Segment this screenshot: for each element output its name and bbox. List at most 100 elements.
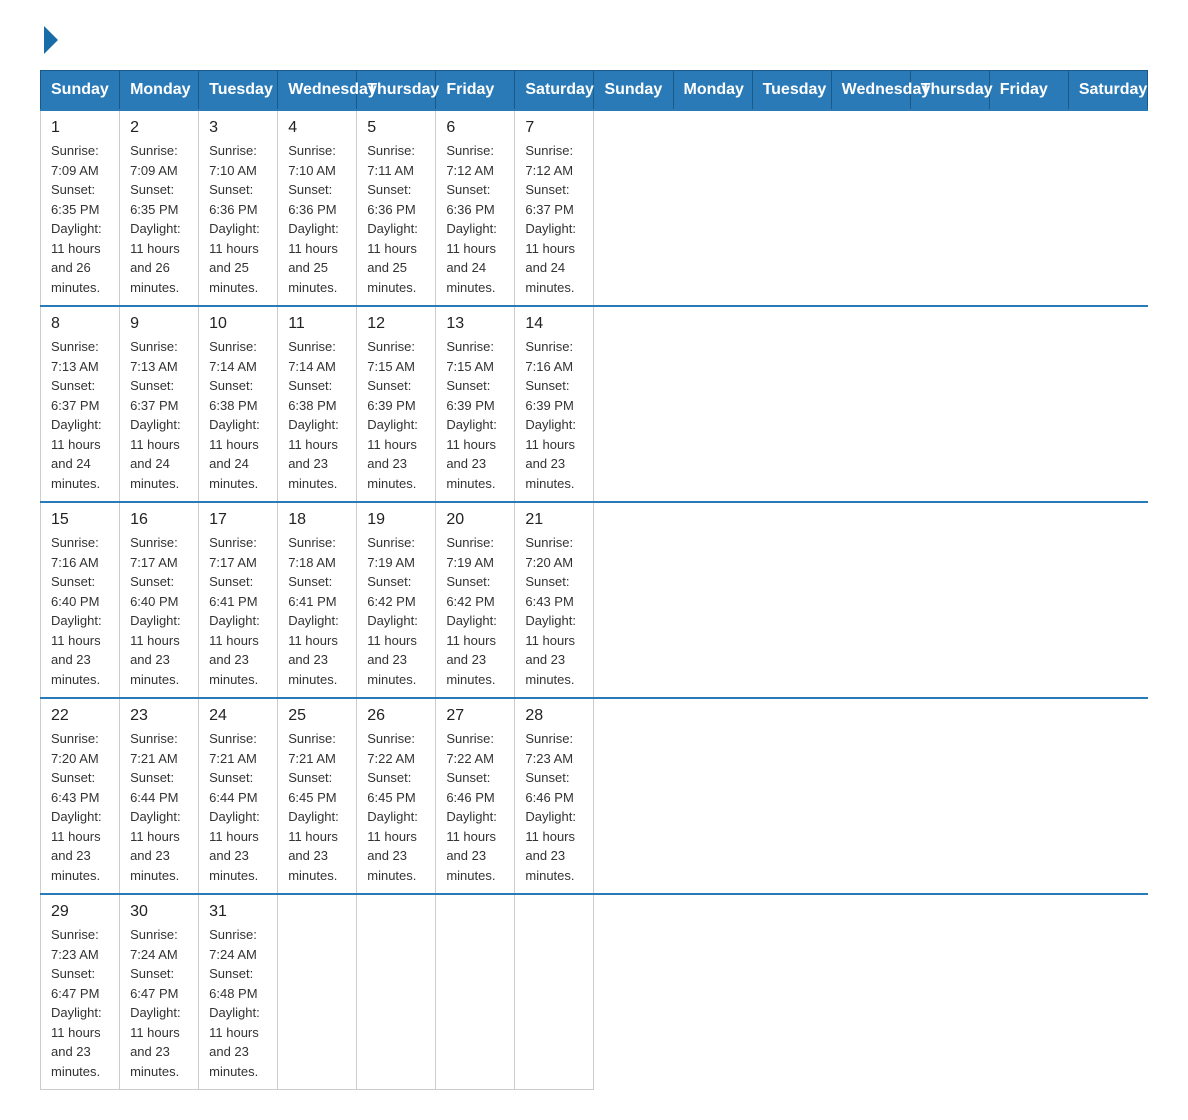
day-number: 20 [446,511,504,529]
header-friday: Friday [436,71,515,111]
calendar-cell: 4 Sunrise: 7:10 AMSunset: 6:36 PMDayligh… [278,110,357,306]
day-number: 29 [51,903,109,921]
day-info: Sunrise: 7:10 AMSunset: 6:36 PMDaylight:… [209,143,260,295]
calendar-week-row: 1 Sunrise: 7:09 AMSunset: 6:35 PMDayligh… [41,110,1148,306]
calendar-cell: 13 Sunrise: 7:15 AMSunset: 6:39 PMDaylig… [436,306,515,502]
calendar-week-row: 22 Sunrise: 7:20 AMSunset: 6:43 PMDaylig… [41,698,1148,894]
day-info: Sunrise: 7:21 AMSunset: 6:45 PMDaylight:… [288,731,339,883]
calendar-cell: 18 Sunrise: 7:18 AMSunset: 6:41 PMDaylig… [278,502,357,698]
calendar-cell [278,894,357,1090]
day-number: 18 [288,511,346,529]
calendar-cell [357,894,436,1090]
header-monday: Monday [120,71,199,111]
day-info: Sunrise: 7:23 AMSunset: 6:46 PMDaylight:… [525,731,576,883]
day-number: 28 [525,707,583,725]
calendar-cell: 17 Sunrise: 7:17 AMSunset: 6:41 PMDaylig… [199,502,278,698]
day-info: Sunrise: 7:17 AMSunset: 6:40 PMDaylight:… [130,535,181,687]
day-number: 23 [130,707,188,725]
calendar-cell: 2 Sunrise: 7:09 AMSunset: 6:35 PMDayligh… [120,110,199,306]
day-number: 26 [367,707,425,725]
day-number: 21 [525,511,583,529]
day-number: 11 [288,315,346,333]
calendar-cell: 31 Sunrise: 7:24 AMSunset: 6:48 PMDaylig… [199,894,278,1090]
header-wednesday: Wednesday [278,71,357,111]
calendar-cell: 10 Sunrise: 7:14 AMSunset: 6:38 PMDaylig… [199,306,278,502]
calendar-cell: 1 Sunrise: 7:09 AMSunset: 6:35 PMDayligh… [41,110,120,306]
day-number: 12 [367,315,425,333]
calendar-cell: 26 Sunrise: 7:22 AMSunset: 6:45 PMDaylig… [357,698,436,894]
day-number: 16 [130,511,188,529]
calendar-cell: 16 Sunrise: 7:17 AMSunset: 6:40 PMDaylig… [120,502,199,698]
day-info: Sunrise: 7:19 AMSunset: 6:42 PMDaylight:… [367,535,418,687]
day-info: Sunrise: 7:16 AMSunset: 6:40 PMDaylight:… [51,535,102,687]
day-number: 5 [367,119,425,137]
day-info: Sunrise: 7:15 AMSunset: 6:39 PMDaylight:… [446,339,497,491]
day-info: Sunrise: 7:18 AMSunset: 6:41 PMDaylight:… [288,535,339,687]
calendar-header-row: SundayMondayTuesdayWednesdayThursdayFrid… [41,71,1148,111]
day-info: Sunrise: 7:19 AMSunset: 6:42 PMDaylight:… [446,535,497,687]
day-info: Sunrise: 7:20 AMSunset: 6:43 PMDaylight:… [525,535,576,687]
header-saturday: Saturday [515,71,594,111]
calendar-cell: 3 Sunrise: 7:10 AMSunset: 6:36 PMDayligh… [199,110,278,306]
day-number: 15 [51,511,109,529]
calendar-cell: 5 Sunrise: 7:11 AMSunset: 6:36 PMDayligh… [357,110,436,306]
day-number: 8 [51,315,109,333]
day-info: Sunrise: 7:11 AMSunset: 6:36 PMDaylight:… [367,143,418,295]
calendar-cell: 8 Sunrise: 7:13 AMSunset: 6:37 PMDayligh… [41,306,120,502]
calendar-cell: 27 Sunrise: 7:22 AMSunset: 6:46 PMDaylig… [436,698,515,894]
day-number: 7 [525,119,583,137]
calendar-cell: 19 Sunrise: 7:19 AMSunset: 6:42 PMDaylig… [357,502,436,698]
calendar-cell: 14 Sunrise: 7:16 AMSunset: 6:39 PMDaylig… [515,306,594,502]
calendar-cell: 22 Sunrise: 7:20 AMSunset: 6:43 PMDaylig… [41,698,120,894]
day-number: 17 [209,511,267,529]
day-number: 31 [209,903,267,921]
header-tuesday: Tuesday [752,71,831,111]
calendar-week-row: 29 Sunrise: 7:23 AMSunset: 6:47 PMDaylig… [41,894,1148,1090]
calendar-cell: 29 Sunrise: 7:23 AMSunset: 6:47 PMDaylig… [41,894,120,1090]
day-number: 24 [209,707,267,725]
day-number: 13 [446,315,504,333]
day-info: Sunrise: 7:09 AMSunset: 6:35 PMDaylight:… [51,143,102,295]
day-info: Sunrise: 7:20 AMSunset: 6:43 PMDaylight:… [51,731,102,883]
calendar-cell: 25 Sunrise: 7:21 AMSunset: 6:45 PMDaylig… [278,698,357,894]
day-number: 3 [209,119,267,137]
calendar-table: SundayMondayTuesdayWednesdayThursdayFrid… [40,70,1148,1090]
page-header [40,30,1148,50]
header-thursday: Thursday [910,71,989,111]
header-sunday: Sunday [41,71,120,111]
header-tuesday: Tuesday [199,71,278,111]
calendar-cell: 7 Sunrise: 7:12 AMSunset: 6:37 PMDayligh… [515,110,594,306]
header-wednesday: Wednesday [831,71,910,111]
day-info: Sunrise: 7:14 AMSunset: 6:38 PMDaylight:… [209,339,260,491]
day-info: Sunrise: 7:17 AMSunset: 6:41 PMDaylight:… [209,535,260,687]
calendar-cell [436,894,515,1090]
header-friday: Friday [989,71,1068,111]
calendar-cell: 6 Sunrise: 7:12 AMSunset: 6:36 PMDayligh… [436,110,515,306]
day-info: Sunrise: 7:13 AMSunset: 6:37 PMDaylight:… [51,339,102,491]
day-number: 2 [130,119,188,137]
day-number: 30 [130,903,188,921]
calendar-cell: 24 Sunrise: 7:21 AMSunset: 6:44 PMDaylig… [199,698,278,894]
day-info: Sunrise: 7:16 AMSunset: 6:39 PMDaylight:… [525,339,576,491]
calendar-cell: 11 Sunrise: 7:14 AMSunset: 6:38 PMDaylig… [278,306,357,502]
day-info: Sunrise: 7:21 AMSunset: 6:44 PMDaylight:… [209,731,260,883]
calendar-cell [515,894,594,1090]
calendar-cell: 15 Sunrise: 7:16 AMSunset: 6:40 PMDaylig… [41,502,120,698]
day-info: Sunrise: 7:12 AMSunset: 6:37 PMDaylight:… [525,143,576,295]
day-number: 10 [209,315,267,333]
day-number: 6 [446,119,504,137]
calendar-cell: 30 Sunrise: 7:24 AMSunset: 6:47 PMDaylig… [120,894,199,1090]
day-number: 4 [288,119,346,137]
calendar-cell: 28 Sunrise: 7:23 AMSunset: 6:46 PMDaylig… [515,698,594,894]
calendar-week-row: 15 Sunrise: 7:16 AMSunset: 6:40 PMDaylig… [41,502,1148,698]
day-info: Sunrise: 7:12 AMSunset: 6:36 PMDaylight:… [446,143,497,295]
day-number: 1 [51,119,109,137]
day-number: 27 [446,707,504,725]
header-monday: Monday [673,71,752,111]
day-number: 9 [130,315,188,333]
calendar-cell: 9 Sunrise: 7:13 AMSunset: 6:37 PMDayligh… [120,306,199,502]
day-info: Sunrise: 7:21 AMSunset: 6:44 PMDaylight:… [130,731,181,883]
day-info: Sunrise: 7:09 AMSunset: 6:35 PMDaylight:… [130,143,181,295]
day-number: 25 [288,707,346,725]
day-info: Sunrise: 7:14 AMSunset: 6:38 PMDaylight:… [288,339,339,491]
